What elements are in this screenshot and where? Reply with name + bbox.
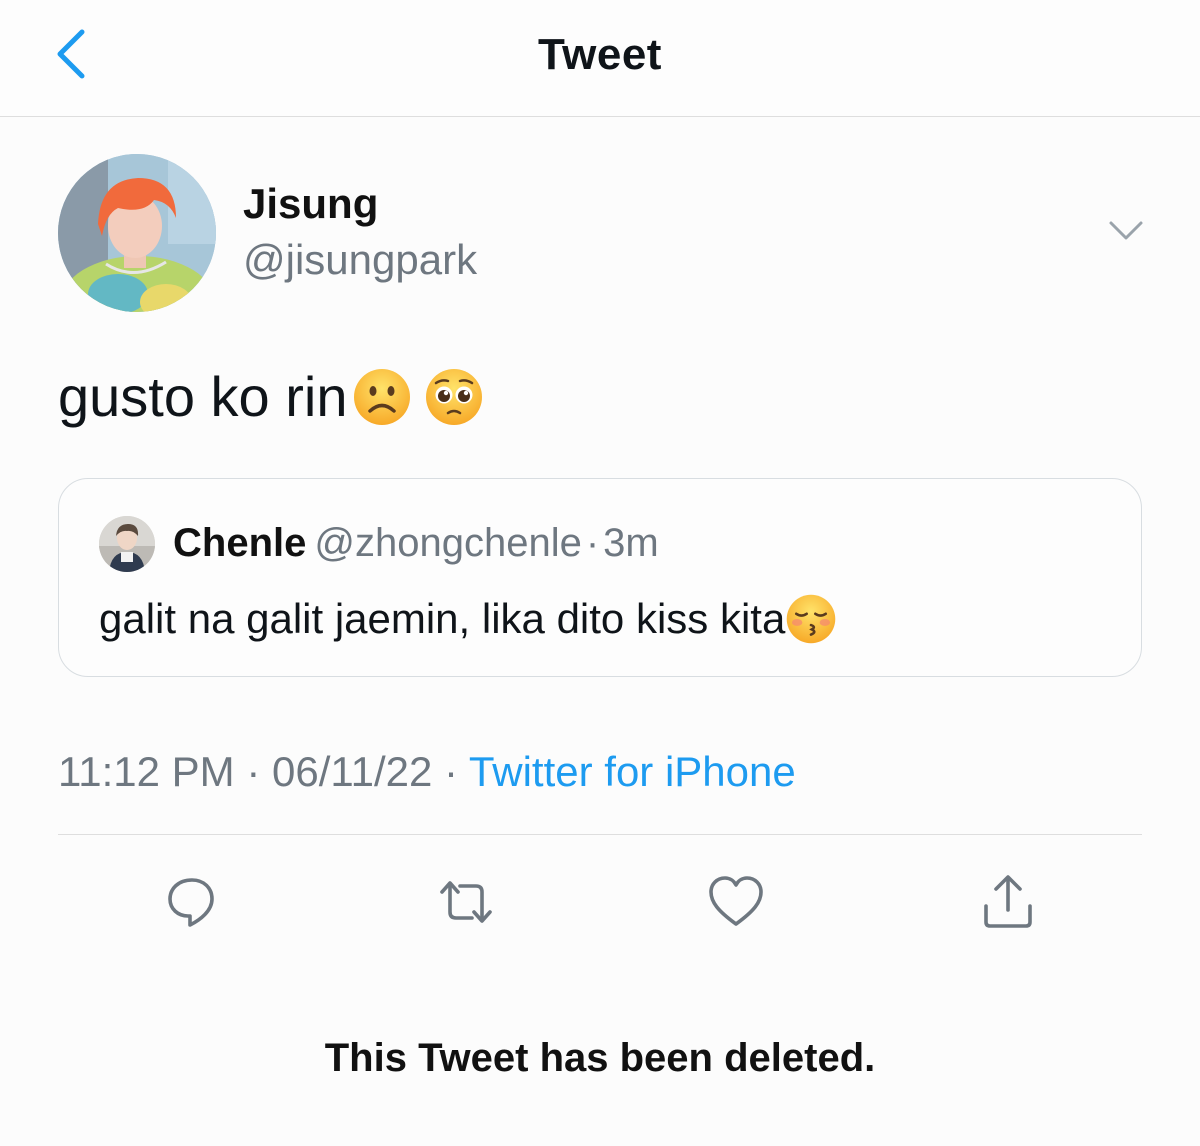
top-bar: Tweet xyxy=(0,0,1200,117)
divider xyxy=(58,834,1142,835)
quoted-author-avatar xyxy=(99,516,155,572)
more-options-button[interactable] xyxy=(1108,218,1144,244)
author-avatar[interactable] xyxy=(58,154,216,312)
frowning-face-emoji xyxy=(353,368,410,425)
retweet-button[interactable] xyxy=(434,870,498,934)
quoted-author-handle: @zhongchenle xyxy=(314,521,582,565)
quoted-text: galit na galit jaemin, lika dito kiss ki… xyxy=(99,595,786,642)
chevron-down-icon xyxy=(1109,221,1143,240)
author-name[interactable]: Jisung xyxy=(243,180,378,228)
avatar-photo xyxy=(58,154,216,312)
tweet-body: gusto ko rin xyxy=(58,364,484,429)
tweet-meta: 11:12 PM · 06/11/22 · Twitter for iPhone xyxy=(58,748,796,796)
page-title: Tweet xyxy=(538,30,662,79)
author-handle[interactable]: @jisungpark xyxy=(243,236,477,284)
quoted-separator: · xyxy=(585,521,600,565)
share-button[interactable] xyxy=(976,870,1040,934)
like-button[interactable] xyxy=(704,870,768,934)
like-icon xyxy=(709,876,763,926)
quoted-body: galit na galit jaemin, lika dito kiss ki… xyxy=(99,593,837,645)
quoted-header: Chenle @zhongchenle · 3m xyxy=(173,521,659,566)
tweet-text: gusto ko rin xyxy=(58,365,348,428)
quoted-avatar-photo xyxy=(99,516,155,572)
share-icon xyxy=(984,875,1032,928)
retweet-icon xyxy=(440,881,492,923)
kissing-closed-eyes-emoji xyxy=(787,594,836,644)
quoted-tweet[interactable]: Chenle @zhongchenle · 3m galit na galit jae… xyxy=(58,478,1142,677)
reply-icon xyxy=(168,878,214,927)
reply-button[interactable] xyxy=(160,870,224,934)
quoted-author-name: Chenle xyxy=(173,521,307,565)
tweet-timestamp: 11:12 PM · 06/11/22 · xyxy=(58,748,469,795)
deleted-notice: This Tweet has been deleted. xyxy=(324,1036,876,1080)
quoted-time: 3m xyxy=(603,521,659,565)
tweet-source-link[interactable]: Twitter for iPhone xyxy=(469,748,796,795)
pleading-face-emoji xyxy=(425,368,482,425)
